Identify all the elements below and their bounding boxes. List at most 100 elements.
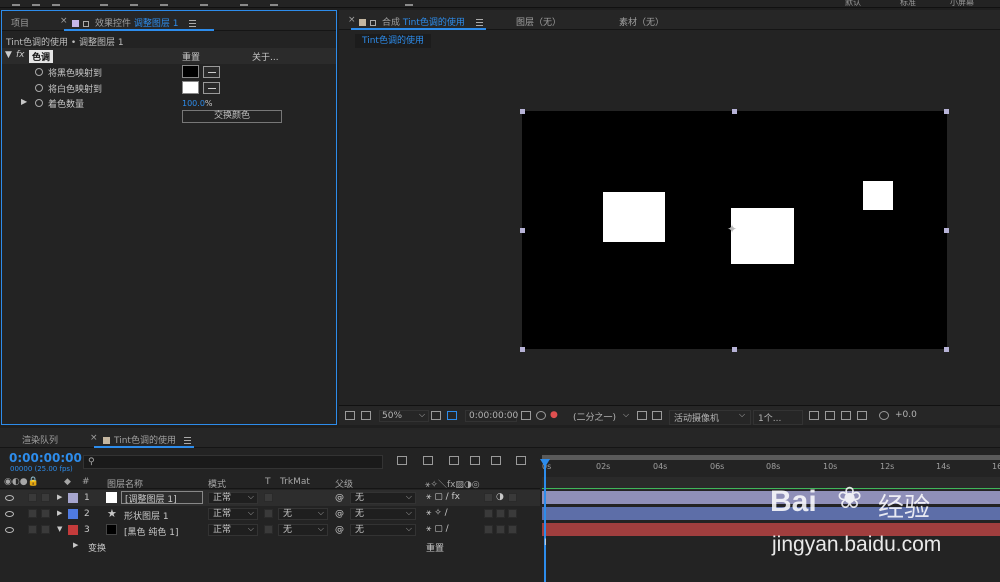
close-icon[interactable]: × bbox=[348, 15, 356, 25]
preserve-transparency-toggle[interactable] bbox=[264, 509, 273, 518]
transparency-grid-icon[interactable] bbox=[637, 411, 647, 420]
stopwatch-icon[interactable] bbox=[35, 68, 43, 76]
3d-layer-toggle[interactable] bbox=[508, 493, 517, 502]
snap-icon[interactable] bbox=[405, 0, 413, 6]
white-rectangle-shape[interactable] bbox=[603, 192, 665, 242]
rotate-tool-icon[interactable] bbox=[100, 0, 108, 6]
motion-blur-toggle[interactable] bbox=[484, 509, 493, 518]
eye-icon[interactable] bbox=[5, 511, 14, 517]
layer-switches-icon[interactable]: ⚹ ✧ / bbox=[426, 508, 448, 518]
white-rectangle-shape[interactable] bbox=[863, 181, 893, 210]
comp-flowchart-chip[interactable]: Tint色调的使用 bbox=[355, 34, 431, 48]
about-link[interactable]: 关于... bbox=[252, 50, 279, 63]
lock-icon[interactable] bbox=[83, 21, 89, 27]
panel-menu-icon[interactable] bbox=[183, 437, 191, 444]
chevron-down-icon[interactable]: ⌵ bbox=[623, 410, 629, 420]
collapse-triangle-icon[interactable]: ▼ bbox=[57, 525, 62, 533]
amount-value[interactable]: 100.0 bbox=[182, 99, 205, 108]
swap-colors-button[interactable]: 交换颜色 bbox=[182, 110, 282, 123]
shy-layers-icon[interactable] bbox=[449, 456, 459, 465]
black-color-swatch[interactable] bbox=[182, 65, 199, 78]
layer-name[interactable]: 形状图层 1 bbox=[124, 509, 169, 522]
reset-link[interactable]: 重置 bbox=[182, 50, 200, 63]
white-color-swatch[interactable] bbox=[182, 81, 199, 94]
parent-select[interactable]: 无 bbox=[350, 524, 416, 536]
layer-name-header[interactable]: 图层名称 bbox=[107, 477, 143, 490]
tab-effect-controls[interactable]: 效果控件 调整图层 1 bbox=[72, 16, 197, 29]
expand-triangle-icon[interactable]: ▶ bbox=[57, 493, 62, 501]
panel-menu-icon[interactable] bbox=[475, 19, 483, 26]
solo-toggle[interactable] bbox=[28, 509, 37, 518]
workspace-small[interactable]: 小屏幕 bbox=[950, 0, 974, 8]
timeline-timecode[interactable]: 0:00:00:00 bbox=[9, 451, 82, 465]
time-ruler[interactable]: 0s 02s 04s 06s 08s 10s 12s 14s 16 bbox=[542, 455, 1000, 477]
layer-search-input[interactable]: ⚲ bbox=[83, 455, 383, 469]
anchor-point-icon[interactable]: ✦ bbox=[727, 222, 737, 236]
breadcrumb-layer[interactable]: 调整图层 1 bbox=[79, 38, 124, 48]
fx-icon[interactable]: fx bbox=[16, 50, 25, 60]
comp-flowchart-icon[interactable] bbox=[857, 411, 867, 420]
chevron-down-icon[interactable]: ⌵ bbox=[739, 410, 745, 420]
effect-name[interactable]: 色调 bbox=[29, 50, 54, 63]
pen-tool-icon[interactable] bbox=[200, 0, 208, 6]
transform-handle[interactable] bbox=[520, 228, 525, 233]
work-area-bar[interactable] bbox=[542, 455, 1000, 460]
workspace-standard[interactable]: 标准 bbox=[900, 0, 916, 8]
blend-mode-select[interactable]: 正常 bbox=[208, 508, 258, 520]
tab-composition[interactable]: 合成 Tint色调的使用 bbox=[359, 15, 483, 28]
puppet-tool-icon[interactable] bbox=[270, 0, 278, 6]
hand-tool-icon[interactable] bbox=[32, 0, 40, 6]
transform-handle[interactable] bbox=[944, 228, 949, 233]
preserve-transparency-toggle[interactable] bbox=[264, 493, 273, 502]
pan-tool-icon[interactable] bbox=[160, 0, 168, 6]
transform-handle[interactable] bbox=[732, 109, 737, 114]
layer-row-1[interactable]: ▶ 1 [调整图层 1] 正常 @ 无 ⚹ ▢ / fx ◑ bbox=[0, 490, 540, 506]
layer-row-3[interactable]: ▼ 3 [黑色 纯色 1] 正常 无 @ 无 ⚹ ▢ / bbox=[0, 522, 540, 538]
zoom-tool-icon[interactable] bbox=[52, 0, 60, 6]
frame-blending-icon[interactable] bbox=[470, 456, 480, 465]
layer-label-color[interactable] bbox=[68, 493, 78, 503]
layer-label-color[interactable] bbox=[68, 509, 78, 519]
transform-reset-link[interactable]: 重置 bbox=[426, 541, 444, 554]
motion-blur-icon[interactable] bbox=[491, 456, 501, 465]
trkmat-select[interactable]: 无 bbox=[278, 508, 328, 520]
transform-handle[interactable] bbox=[944, 347, 949, 352]
pickwhip-icon[interactable]: @ bbox=[335, 493, 344, 503]
mask-visibility-icon[interactable] bbox=[652, 411, 662, 420]
expand-triangle-icon[interactable]: ▶ bbox=[73, 541, 78, 549]
resolution-select[interactable]: (二分之一) bbox=[573, 410, 616, 423]
blend-mode-select[interactable]: 正常 bbox=[208, 492, 258, 504]
panel-menu-icon[interactable] bbox=[189, 20, 197, 27]
fast-previews-icon[interactable] bbox=[809, 411, 819, 420]
layer-name[interactable]: [黑色 纯色 1] bbox=[124, 525, 178, 538]
always-preview-icon[interactable] bbox=[345, 411, 355, 420]
lock-icon[interactable] bbox=[370, 20, 376, 26]
pickwhip-icon[interactable]: @ bbox=[335, 509, 344, 519]
exposure-reset-icon[interactable] bbox=[879, 411, 889, 420]
views-select[interactable]: 1个... bbox=[753, 410, 803, 425]
lock-toggle[interactable] bbox=[41, 525, 50, 534]
adjustment-toggle[interactable] bbox=[496, 509, 505, 518]
tab-layer[interactable]: 图层（无） bbox=[516, 15, 561, 28]
expand-triangle-icon[interactable]: ▶ bbox=[57, 509, 62, 517]
layer-label-color[interactable] bbox=[68, 525, 78, 535]
camera-tool-icon[interactable] bbox=[130, 0, 138, 6]
transform-handle[interactable] bbox=[520, 347, 525, 352]
3d-layer-toggle[interactable] bbox=[508, 525, 517, 534]
breadcrumb-comp[interactable]: Tint色调的使用 bbox=[6, 38, 68, 48]
blend-mode-select[interactable]: 正常 bbox=[208, 524, 258, 536]
expand-triangle-icon[interactable]: ▶ bbox=[21, 97, 27, 106]
eyedropper-icon[interactable] bbox=[203, 82, 220, 94]
eye-icon[interactable] bbox=[5, 527, 14, 533]
chevron-down-icon[interactable]: ⌵ bbox=[419, 410, 425, 420]
layer-switches-icon[interactable]: ⚹ ▢ / bbox=[426, 524, 449, 534]
trkmat-select[interactable]: 无 bbox=[278, 524, 328, 536]
camera-snapshot-icon[interactable] bbox=[521, 411, 531, 420]
tab-timeline-comp[interactable]: Tint色调的使用 bbox=[103, 433, 191, 446]
layer-name-input[interactable]: [调整图层 1] bbox=[121, 491, 203, 505]
preserve-transparency-toggle[interactable] bbox=[264, 525, 273, 534]
close-icon[interactable]: × bbox=[60, 16, 68, 26]
workspace-default[interactable]: 默认 bbox=[845, 0, 861, 8]
lock-toggle[interactable] bbox=[41, 509, 50, 518]
exposure-value[interactable]: +0.0 bbox=[895, 410, 917, 420]
